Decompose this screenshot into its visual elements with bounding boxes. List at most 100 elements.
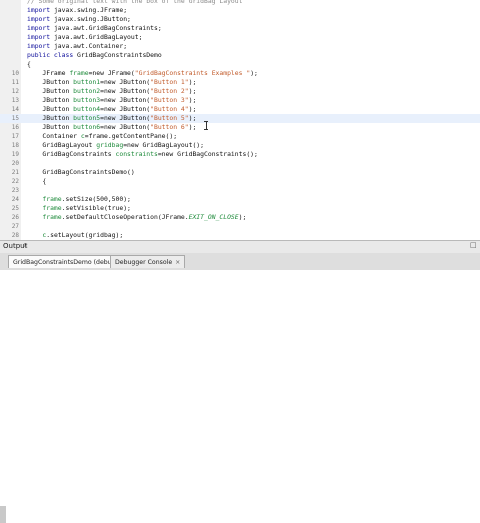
code-token: );: [188, 87, 197, 95]
code-token: GridBagLayout: [27, 141, 97, 149]
text-cursor-icon: [204, 121, 208, 130]
code-line[interactable]: import java.awt.Container;: [0, 42, 480, 51]
line-number: 11: [11, 79, 19, 86]
code-line[interactable]: import javax.swing.JButton;: [0, 15, 480, 24]
code-token: =new JButton(: [100, 78, 151, 86]
code-token: JFrame: [27, 69, 70, 77]
code-text: GridBagLayout gridbag=new GridBagLayout(…: [27, 141, 204, 150]
code-text: import javax.swing.JButton;: [27, 15, 131, 24]
code-line[interactable]: 23: [0, 186, 480, 195]
line-number: 15: [11, 115, 19, 122]
line-number: 25: [11, 205, 19, 212]
code-line[interactable]: 25 frame.setVisible(true);: [0, 204, 480, 213]
code-line[interactable]: 13 JButton button3=new JButton("Button 3…: [0, 96, 480, 105]
code-token: frame: [42, 204, 62, 212]
code-text: Container c=frame.getContentPane();: [27, 132, 177, 141]
line-number: 16: [11, 124, 19, 131]
code-token: {: [27, 60, 31, 68]
code-text: c.setLayout(gridbag);: [27, 231, 123, 240]
code-line[interactable]: public class GridBagConstraintsDemo: [0, 51, 480, 60]
code-text: {: [27, 60, 31, 69]
code-line[interactable]: 18 GridBagLayout gridbag=new GridBagLayo…: [0, 141, 480, 150]
code-text: {: [27, 177, 46, 186]
code-token: constraints: [115, 150, 158, 158]
close-icon[interactable]: ×: [23, 242, 28, 249]
line-number: 18: [11, 142, 19, 149]
code-token: );: [250, 69, 258, 77]
line-number: 28: [11, 232, 19, 239]
code-text: GridBagConstraints constraints=new GridB…: [27, 150, 258, 159]
output-tabs: GridBagConstraintsDemo (debug) × Debugger…: [0, 253, 480, 523]
close-icon[interactable]: ×: [175, 259, 180, 266]
code-text: import java.awt.GridBagConstraints;: [27, 24, 162, 33]
tab-debugger-console[interactable]: Debugger Console ×: [110, 255, 186, 268]
code-line[interactable]: import java.awt.GridBagLayout;: [0, 33, 480, 42]
code-text: frame.setVisible(true);: [27, 204, 131, 213]
line-number: 22: [11, 178, 19, 185]
code-text: import java.awt.GridBagLayout;: [27, 33, 142, 42]
code-line[interactable]: 16 JButton button6=new JButton("Button 6…: [0, 123, 480, 132]
code-line[interactable]: import java.awt.GridBagConstraints;: [0, 24, 480, 33]
code-line[interactable]: {: [0, 60, 480, 69]
code-token: import: [27, 6, 54, 14]
code-text: JButton button4=new JButton("Button 4");: [27, 105, 196, 114]
code-line[interactable]: 21 GridBagConstraintsDemo(): [0, 168, 480, 177]
code-token: "Button 5": [150, 114, 189, 122]
code-token: =new GridBagLayout();: [123, 141, 205, 149]
code-token: JButton: [27, 87, 74, 95]
code-line[interactable]: import javax.swing.JFrame;: [0, 6, 480, 15]
code-token: );: [188, 105, 197, 113]
line-number: 17: [11, 133, 19, 140]
code-token: button3: [73, 96, 101, 104]
code-token: );: [188, 78, 197, 86]
code-token: GridBagConstraints: [27, 150, 116, 158]
code-token: JButton: [27, 78, 74, 86]
code-line[interactable]: 27: [0, 222, 480, 231]
code-text: import java.awt.Container;: [27, 42, 127, 51]
code-line[interactable]: 11 JButton button1=new JButton("Button 1…: [0, 78, 480, 87]
code-token: button5: [73, 114, 101, 122]
line-number: 24: [11, 196, 19, 203]
code-token: "Button 2": [150, 87, 189, 95]
code-token: javax.swing.JFrame;: [53, 6, 128, 14]
code-line[interactable]: 12 JButton button2=new JButton("Button 2…: [0, 87, 480, 96]
line-number: 12: [11, 88, 19, 95]
code-line[interactable]: 20: [0, 159, 480, 168]
code-editor[interactable]: // Some original text with the box of th…: [0, 0, 480, 240]
code-line[interactable]: 26 frame.setDefaultCloseOperation(JFrame…: [0, 213, 480, 222]
code-token: =frame.getContentPane();: [84, 132, 178, 140]
code-line[interactable]: 28 c.setLayout(gridbag);: [0, 231, 480, 240]
tab-strip-edge: [0, 506, 6, 523]
code-line[interactable]: 19 GridBagConstraints constraints=new Gr…: [0, 150, 480, 159]
code-token: "Button 4": [150, 105, 189, 113]
code-text: JButton button3=new JButton("Button 3");: [27, 96, 196, 105]
code-token: =new JButton(: [100, 96, 151, 104]
line-number: 14: [11, 106, 19, 113]
code-token: JButton: [27, 114, 74, 122]
code-token: .setDefaultCloseOperation(JFrame.: [61, 213, 189, 221]
code-token: public class: [27, 51, 78, 59]
code-token: {: [27, 177, 47, 185]
code-line[interactable]: 17 Container c=frame.getContentPane();: [0, 132, 480, 141]
minimize-icon[interactable]: □: [470, 241, 477, 249]
code-text: JButton button6=new JButton("Button 6");: [27, 123, 196, 132]
code-line[interactable]: 15 JButton button5=new JButton("Button 5…: [0, 114, 480, 123]
code-text: JFrame frame=new JFrame("GridBagConstrai…: [27, 69, 258, 78]
code-text: frame.setDefaultCloseOperation(JFrame.EX…: [27, 213, 246, 222]
code-token: );: [188, 114, 197, 122]
code-token: EXIT_ON_CLOSE: [188, 213, 239, 221]
code-token: button2: [73, 87, 101, 95]
code-token: button1: [73, 78, 101, 86]
output-panel-header: Output × □: [0, 240, 480, 253]
tab-label: GridBagConstraintsDemo (debug): [13, 259, 118, 266]
code-text: GridBagConstraintsDemo(): [27, 168, 134, 177]
code-line[interactable]: 14 JButton button4=new JButton("Button 4…: [0, 105, 480, 114]
code-token: import: [27, 33, 54, 41]
code-line[interactable]: 22 {: [0, 177, 480, 186]
line-number: 20: [11, 160, 19, 167]
code-token: javax.swing.JButton;: [53, 15, 131, 23]
code-line[interactable]: 24 frame.setSize(500,500);: [0, 195, 480, 204]
code-line[interactable]: 10 JFrame frame=new JFrame("GridBagConst…: [0, 69, 480, 78]
